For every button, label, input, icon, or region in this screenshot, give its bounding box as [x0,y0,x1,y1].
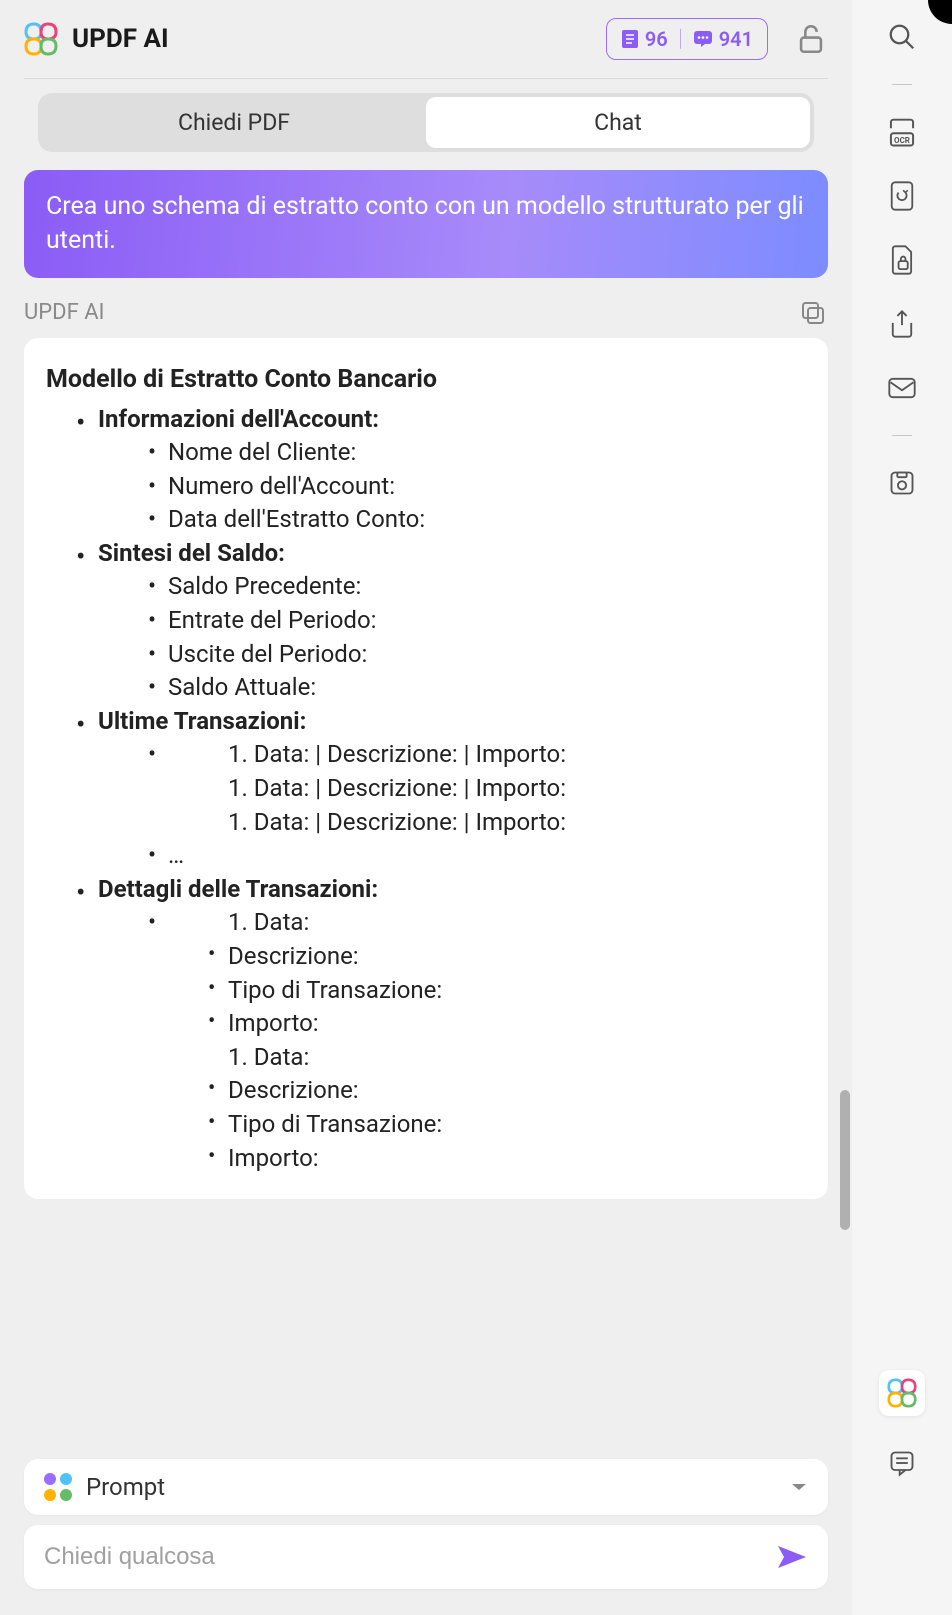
usage-counter[interactable]: 96 941 [606,18,768,60]
list-item: 1. Data: [228,906,806,940]
list-item: 1. Data: | Descrizione: | Importo: [228,806,806,840]
list-item: Tipo di Transazione: [228,974,806,1008]
prompt-label: Prompt [86,1473,165,1501]
list-item: Importo: [228,1142,806,1176]
section: Sintesi del Saldo: Saldo Precedente: Ent… [46,537,806,705]
ai-sender-label: UPDF AI [24,300,105,325]
protect-icon[interactable] [885,243,919,277]
section: Ultime Transazioni: 1. Data: | Descrizio… [46,705,806,873]
app-title: UPDF AI [72,24,169,54]
scrollbar-thumb[interactable] [840,1090,850,1230]
list-item: … [168,839,806,873]
section: Dettagli delle Transazioni: 1. Data: Des… [46,873,806,1175]
svg-text:OCR: OCR [894,136,910,145]
list-item: Numero dell'Account: [168,470,806,504]
list-item: Saldo Attuale: [168,671,806,705]
header: UPDF AI 96 941 [0,0,852,78]
list-item: Data dell'Estratto Conto: [168,503,806,537]
response-title: Modello di Estratto Conto Bancario [46,362,806,397]
divider [892,84,912,85]
prompt-dots-icon [44,1473,72,1501]
save-icon[interactable] [885,466,919,500]
prompt-selector[interactable]: Prompt [24,1459,828,1515]
chat-input-bar [24,1525,828,1589]
list-item: 1. Data: [228,1041,806,1075]
tab-ask-pdf[interactable]: Chiedi PDF [42,97,426,148]
divider [680,29,681,49]
list-item: Descrizione: [228,940,806,974]
list-item: 1. Data: Descrizione: Tipo di Transazion… [168,906,806,1175]
list-item: Importo: [228,1007,806,1041]
ocr-icon[interactable]: OCR [885,115,919,149]
pages-count: 96 [645,27,668,51]
mail-icon[interactable] [885,371,919,405]
search-icon[interactable] [885,20,919,54]
chevron-down-icon [790,1481,808,1493]
copy-icon[interactable] [798,298,828,328]
list-item: Entrate del Periodo: [168,604,806,638]
list-item: 1. Data: | Descrizione: | Importo: [228,772,806,806]
conversation-area: Crea uno schema di estratto conto con un… [0,170,852,1443]
updf-logo-button[interactable] [879,1370,925,1416]
ai-response: Modello di Estratto Conto Bancario Infor… [24,338,828,1200]
corner-notch [928,0,952,24]
list-item: Tipo di Transazione: [228,1108,806,1142]
notes-icon[interactable] [885,1446,919,1480]
list-item: 1. Data: | Descrizione: | Importo: [228,738,806,772]
share-icon[interactable] [885,307,919,341]
doc-icon [621,29,639,49]
send-icon[interactable] [776,1544,808,1570]
side-toolbar: OCR [852,0,952,1615]
section: Informazioni dell'Account: Nome del Clie… [46,403,806,537]
app-logo-icon [24,22,58,56]
convert-icon[interactable] [885,179,919,213]
list-item: 1. Data: | Descrizione: | Importo: 1. Da… [168,738,806,839]
user-message: Crea uno schema di estratto conto con un… [24,170,828,278]
list-item: Descrizione: [228,1074,806,1108]
tab-switcher: Chiedi PDF Chat [38,93,814,152]
divider [24,78,828,79]
chat-icon [693,30,713,48]
chat-input[interactable] [44,1543,776,1571]
tab-chat[interactable]: Chat [426,97,810,148]
list-item: Saldo Precedente: [168,570,806,604]
list-item: Nome del Cliente: [168,436,806,470]
lock-icon[interactable] [794,22,828,56]
divider [892,435,912,436]
list-item: Uscite del Periodo: [168,638,806,672]
messages-count: 941 [719,27,753,51]
